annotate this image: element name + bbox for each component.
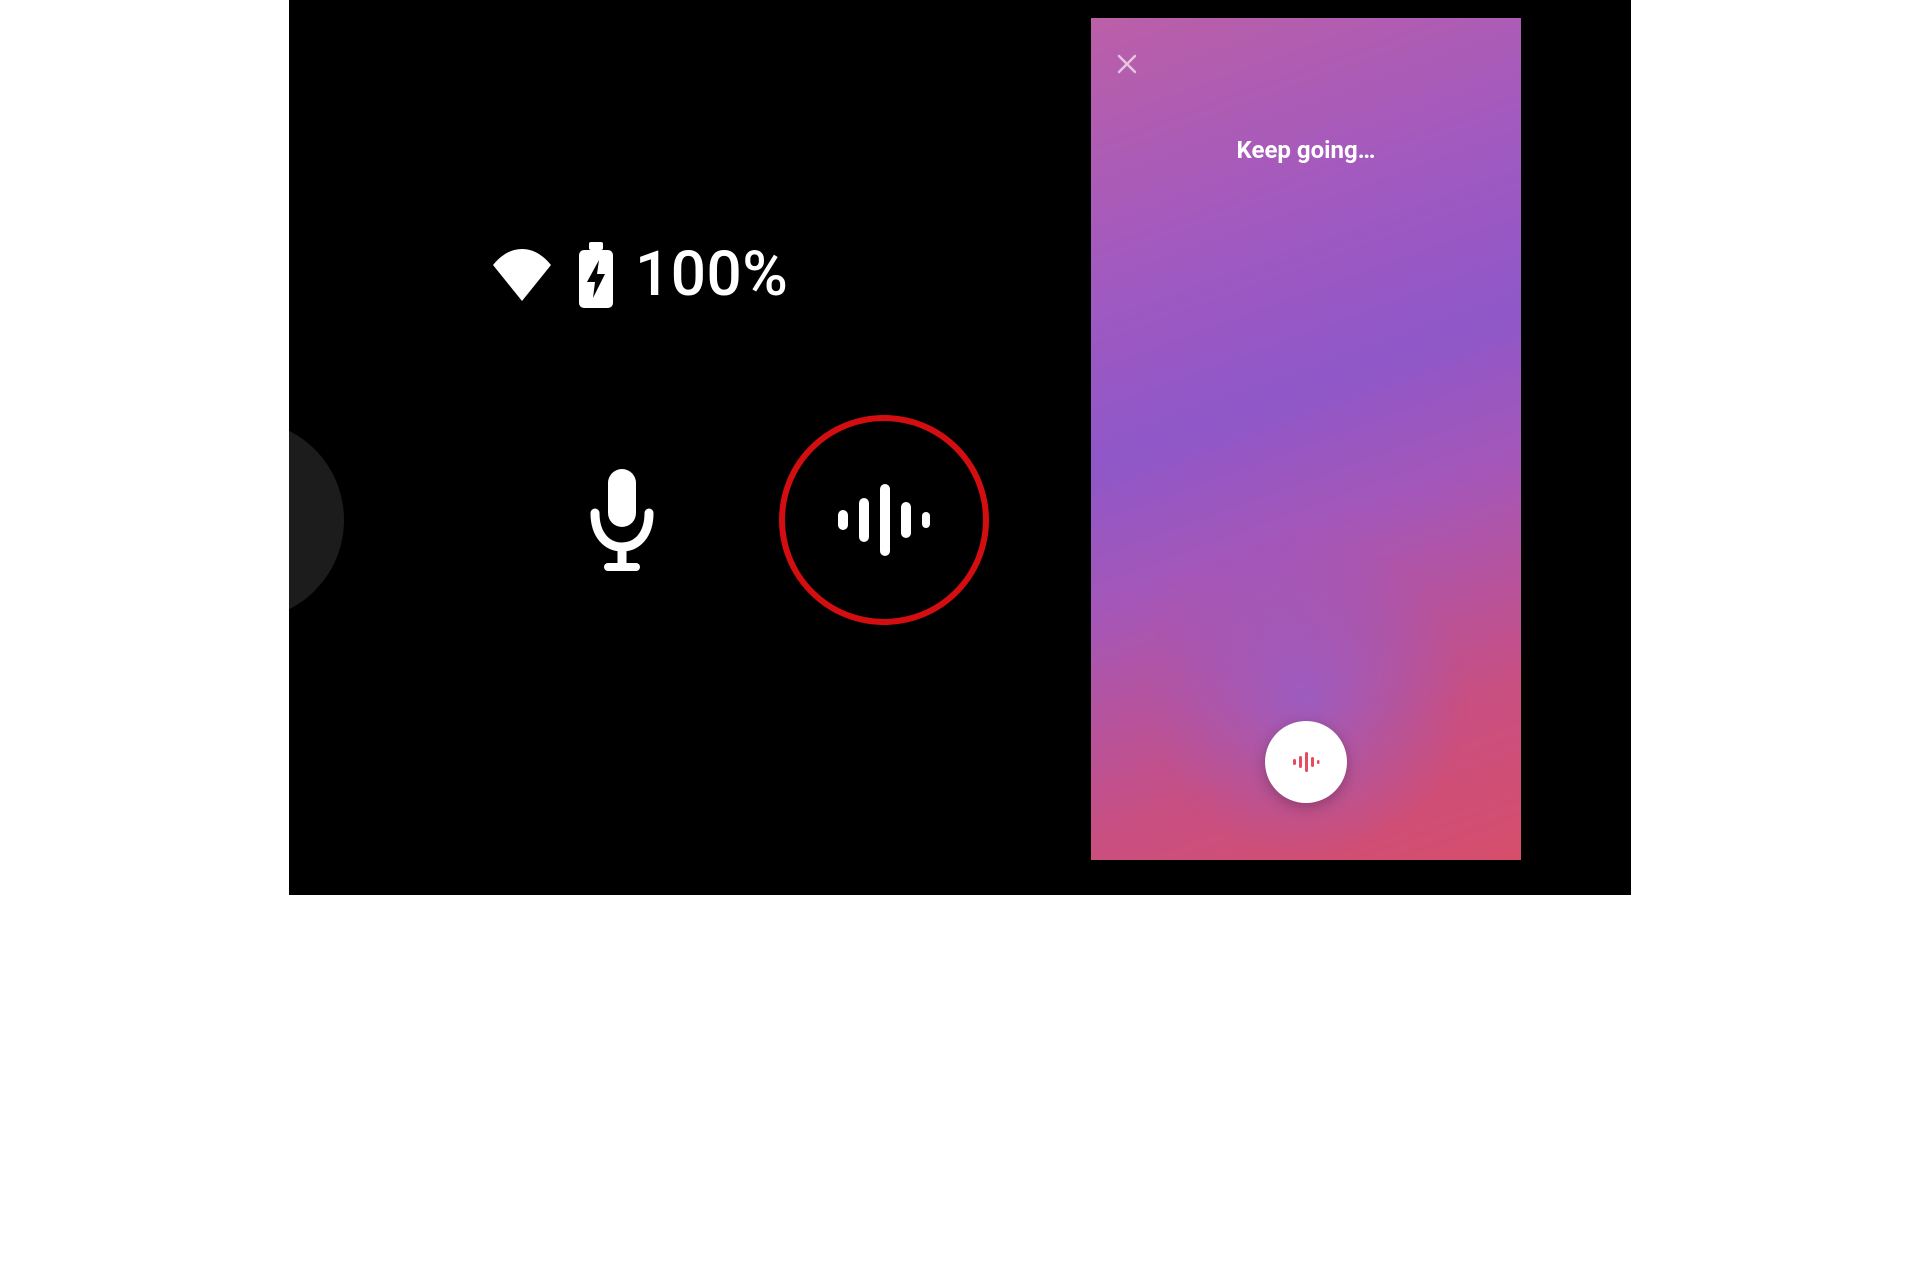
listening-panel: Keep going… [1091, 18, 1521, 860]
close-icon [1115, 52, 1139, 76]
sound-wave-icon [1292, 751, 1320, 773]
edge-handle[interactable] [289, 420, 344, 620]
battery-charging-icon [575, 242, 617, 308]
sound-search-button[interactable] [779, 415, 989, 625]
listening-orb [1146, 538, 1466, 858]
battery-percentage: 100% [635, 238, 788, 311]
sound-wave-icon [834, 480, 934, 560]
close-button[interactable] [1109, 46, 1145, 82]
listening-fab[interactable] [1265, 721, 1347, 803]
listening-title: Keep going… [1091, 136, 1521, 164]
microphone-button[interactable] [589, 469, 655, 571]
controls-area [289, 410, 1081, 630]
status-bar: 100% [487, 238, 788, 311]
wifi-icon [487, 249, 557, 301]
stage: 100% [289, 0, 1631, 895]
